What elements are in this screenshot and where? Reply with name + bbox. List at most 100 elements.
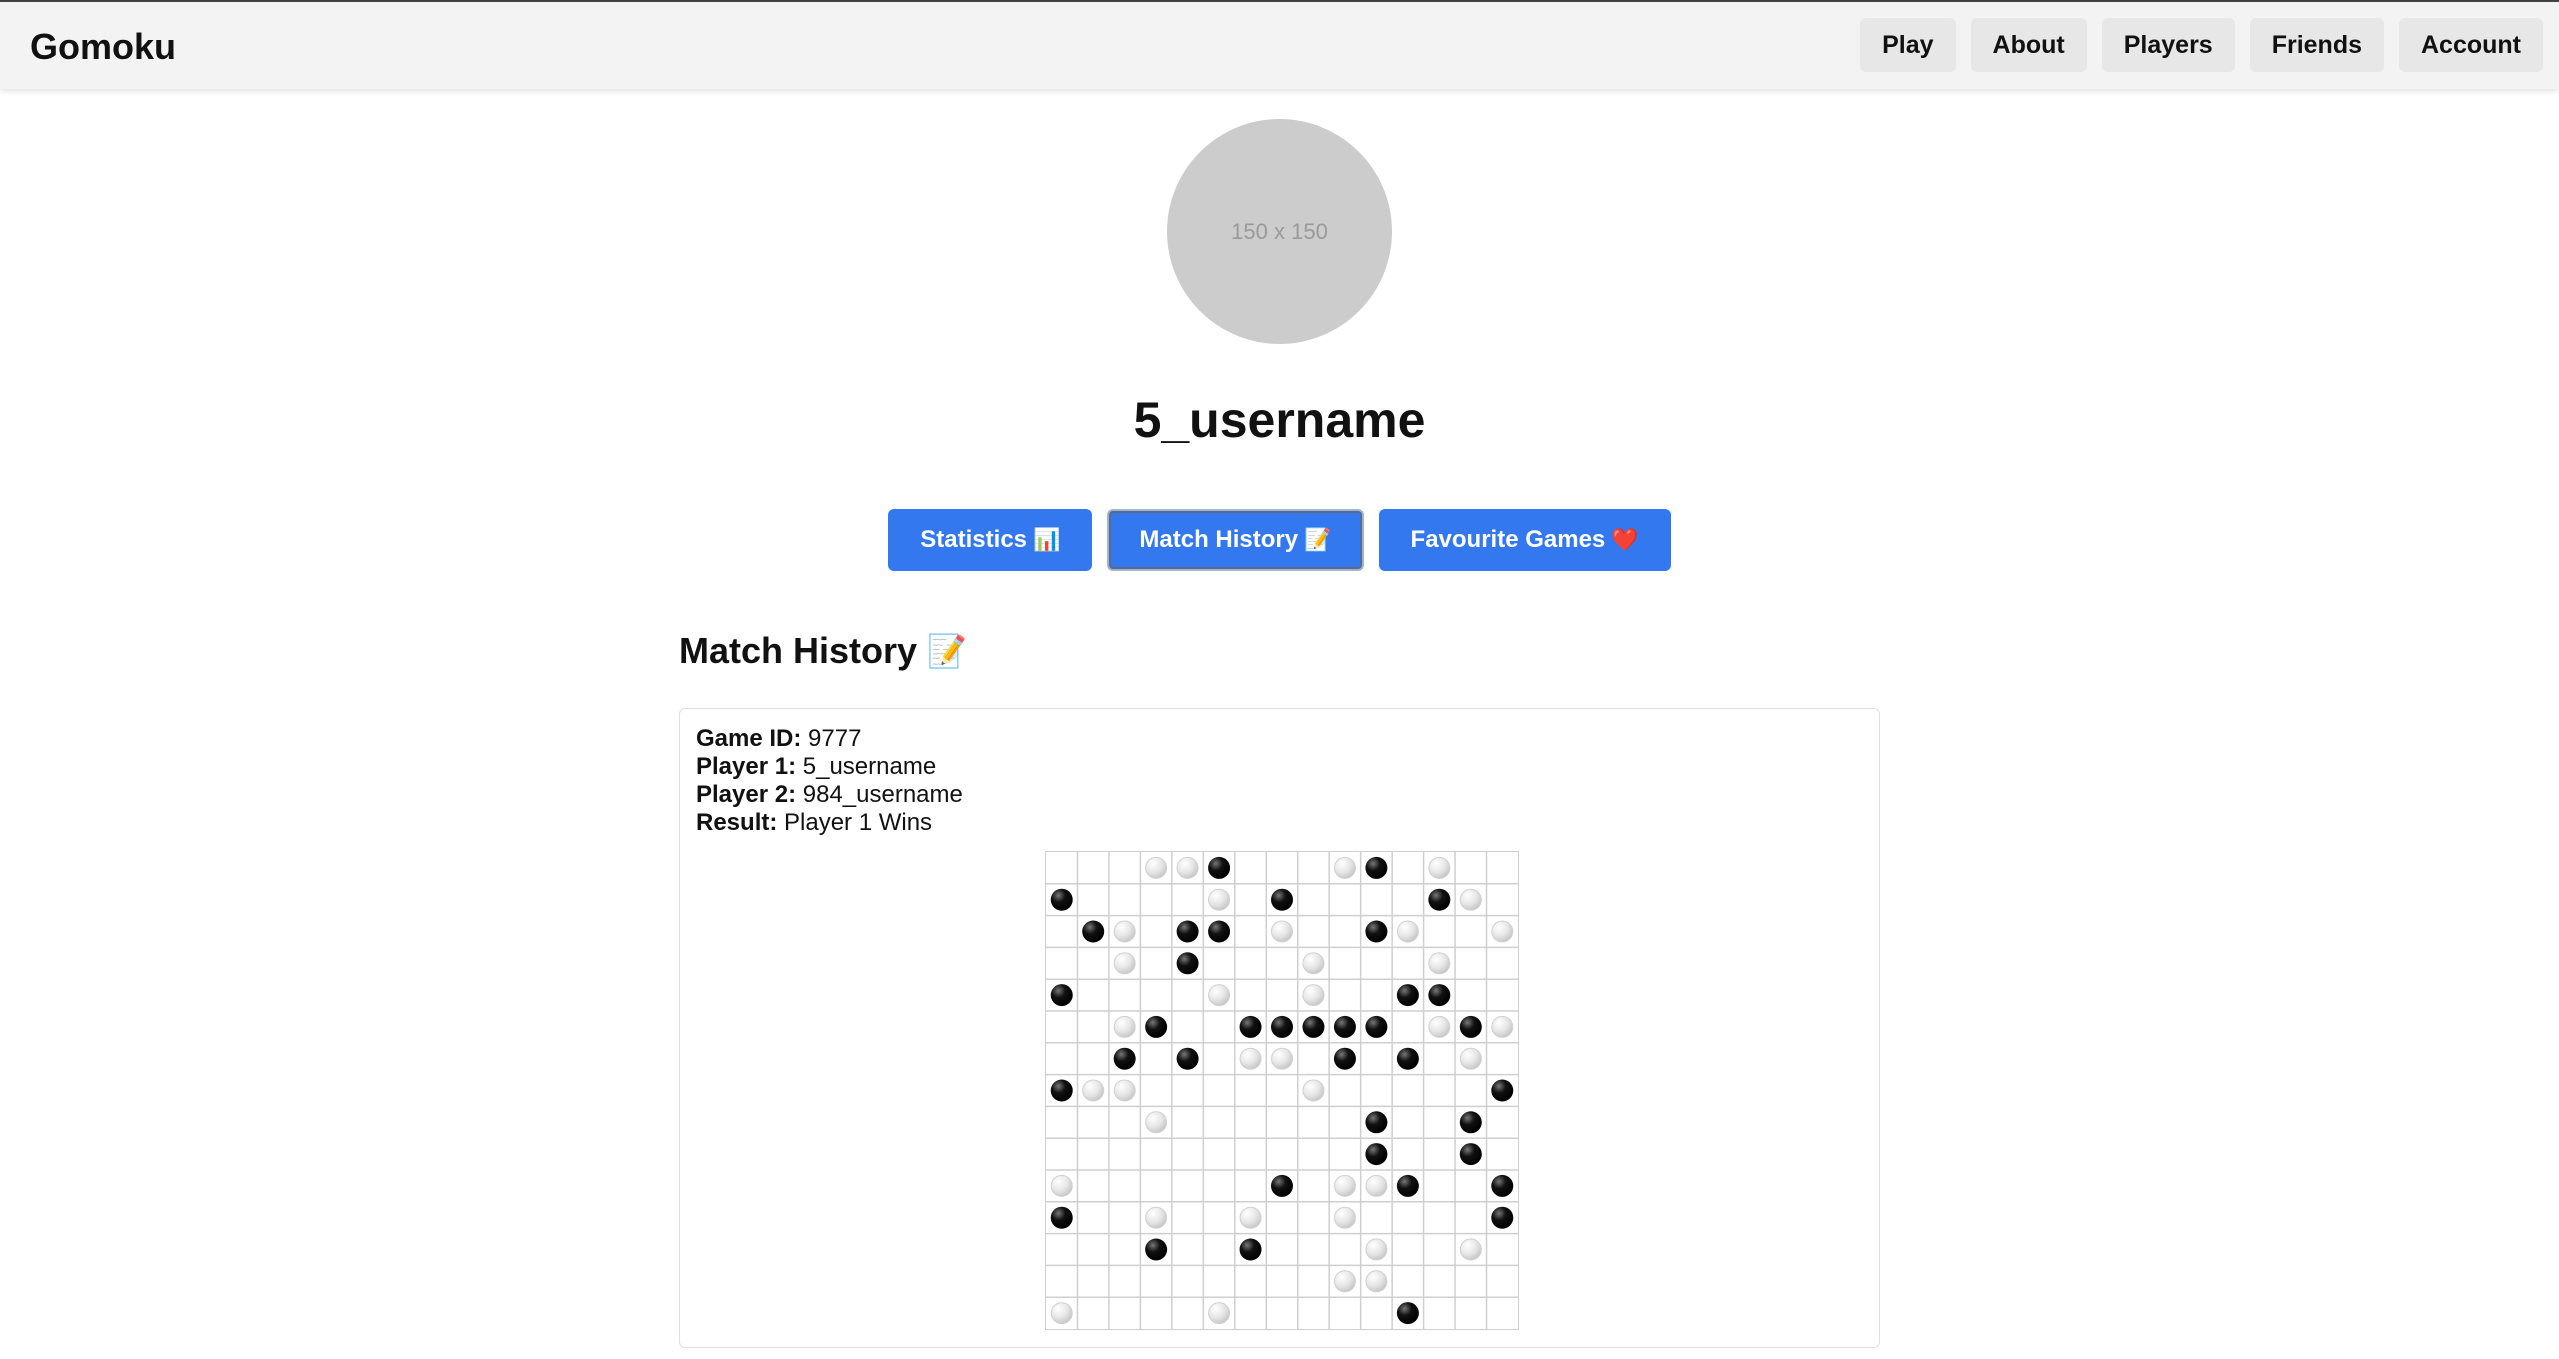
black-stone (1491, 1079, 1514, 1102)
black-stone (1333, 1047, 1356, 1070)
white-stone (1333, 1174, 1356, 1197)
black-stone (1459, 1015, 1482, 1038)
brand-logo[interactable]: Gomoku (30, 25, 176, 69)
player2-label: Player 2: (696, 781, 797, 808)
white-stone (1271, 1047, 1293, 1070)
black-stone (1208, 856, 1231, 879)
white-stone (1491, 1015, 1514, 1038)
player2-value: 984_username (802, 781, 963, 808)
gomoku-board (1045, 851, 1519, 1330)
black-stone (1271, 1015, 1293, 1038)
white-stone (1428, 952, 1451, 975)
black-stone (1396, 1047, 1419, 1070)
white-stone (1396, 920, 1419, 943)
black-stone (1271, 1174, 1293, 1197)
nav-account-link[interactable]: Account (2399, 18, 2543, 72)
black-stone (1365, 1015, 1388, 1038)
result-row: Result: Player 1 Wins (696, 809, 963, 837)
white-stone (1208, 1302, 1231, 1325)
white-stone (1113, 920, 1136, 943)
black-stone (1396, 1174, 1419, 1197)
white-stone (1333, 1270, 1356, 1293)
top-navbar: Gomoku Play About Players Friends Accoun… (0, 2, 2559, 89)
white-stone (1176, 856, 1199, 879)
white-stone (1302, 952, 1325, 975)
white-stone (1365, 1174, 1388, 1197)
white-stone (1050, 1174, 1073, 1197)
black-stone (1396, 1302, 1419, 1325)
white-stone (1459, 1047, 1482, 1070)
white-stone (1333, 1206, 1356, 1229)
black-stone (1396, 984, 1419, 1007)
white-stone (1333, 856, 1356, 879)
player1-label: Player 1: (696, 753, 797, 780)
white-stone (1113, 1079, 1136, 1102)
memo-icon: 📝 (1304, 527, 1332, 553)
white-stone (1428, 1015, 1451, 1038)
black-stone (1176, 920, 1199, 943)
white-stone (1145, 856, 1168, 879)
avatar-placeholder-text: 150 x 150 (1231, 218, 1328, 244)
white-stone (1271, 920, 1293, 943)
white-stone (1302, 1079, 1325, 1102)
player1-row: Player 1: 5_username (696, 753, 963, 781)
profile-username: 5_username (1133, 392, 1426, 448)
black-stone (1050, 888, 1073, 911)
tab-statistics-label: Statistics (920, 526, 1028, 553)
black-stone (1365, 856, 1388, 879)
board-grid (1046, 852, 1518, 1329)
white-stone (1428, 856, 1451, 879)
black-stone (1459, 1111, 1482, 1134)
black-stone (1208, 920, 1231, 943)
memo-icon: 📝 (927, 632, 967, 670)
black-stone (1302, 1015, 1325, 1038)
black-stone (1145, 1015, 1168, 1038)
section-title-text: Match History (679, 630, 918, 671)
nav-players-link[interactable]: Players (2101, 18, 2235, 72)
tab-favourite-games[interactable]: Favourite Games ❤️ (1378, 509, 1671, 571)
game-id-label: Game ID: (696, 725, 802, 752)
black-stone (1428, 888, 1451, 911)
white-stone (1208, 984, 1231, 1007)
tab-favourite-games-label: Favourite Games (1410, 526, 1606, 553)
black-stone (1113, 1047, 1136, 1070)
black-stone (1050, 984, 1073, 1007)
match-card[interactable]: Game ID: 9777 Player 1: 5_username Playe… (679, 708, 1880, 1348)
black-stone (1050, 1206, 1073, 1229)
nav-friends-link[interactable]: Friends (2249, 18, 2384, 72)
player2-row: Player 2: 984_username (696, 781, 963, 809)
game-id-row: Game ID: 9777 (696, 725, 963, 753)
avatar: 150 x 150 (1167, 119, 1392, 344)
black-stone (1050, 1079, 1073, 1102)
tab-match-history-label: Match History (1139, 526, 1299, 553)
black-stone (1239, 1238, 1262, 1261)
black-stone (1176, 952, 1199, 975)
white-stone (1302, 984, 1325, 1007)
black-stone (1176, 1047, 1199, 1070)
black-stone (1491, 1174, 1514, 1197)
white-stone (1459, 1238, 1482, 1261)
section-title: Match History 📝 (679, 630, 967, 672)
nav-play-link[interactable]: Play (1860, 18, 1956, 72)
nav-links: Play About Players Friends Account (1860, 18, 2543, 72)
white-stone (1113, 952, 1136, 975)
black-stone (1145, 1238, 1168, 1261)
black-stone (1271, 888, 1293, 911)
profile-tabs: Statistics 📊 Match History 📝 Favourite G… (0, 509, 2559, 571)
white-stone (1113, 1015, 1136, 1038)
black-stone (1239, 1015, 1262, 1038)
tab-statistics[interactable]: Statistics 📊 (888, 509, 1093, 571)
game-id-value: 9777 (808, 725, 862, 752)
black-stone (1459, 1143, 1482, 1166)
nav-about-link[interactable]: About (1970, 18, 2087, 72)
white-stone (1082, 1079, 1105, 1102)
white-stone (1239, 1047, 1262, 1070)
player1-value: 5_username (802, 753, 937, 780)
tab-match-history[interactable]: Match History 📝 (1107, 509, 1364, 571)
black-stone (1428, 984, 1451, 1007)
white-stone (1145, 1111, 1168, 1134)
white-stone (1208, 888, 1231, 911)
black-stone (1365, 1111, 1388, 1134)
white-stone (1145, 1206, 1168, 1229)
result-value: Player 1 Wins (784, 809, 933, 836)
